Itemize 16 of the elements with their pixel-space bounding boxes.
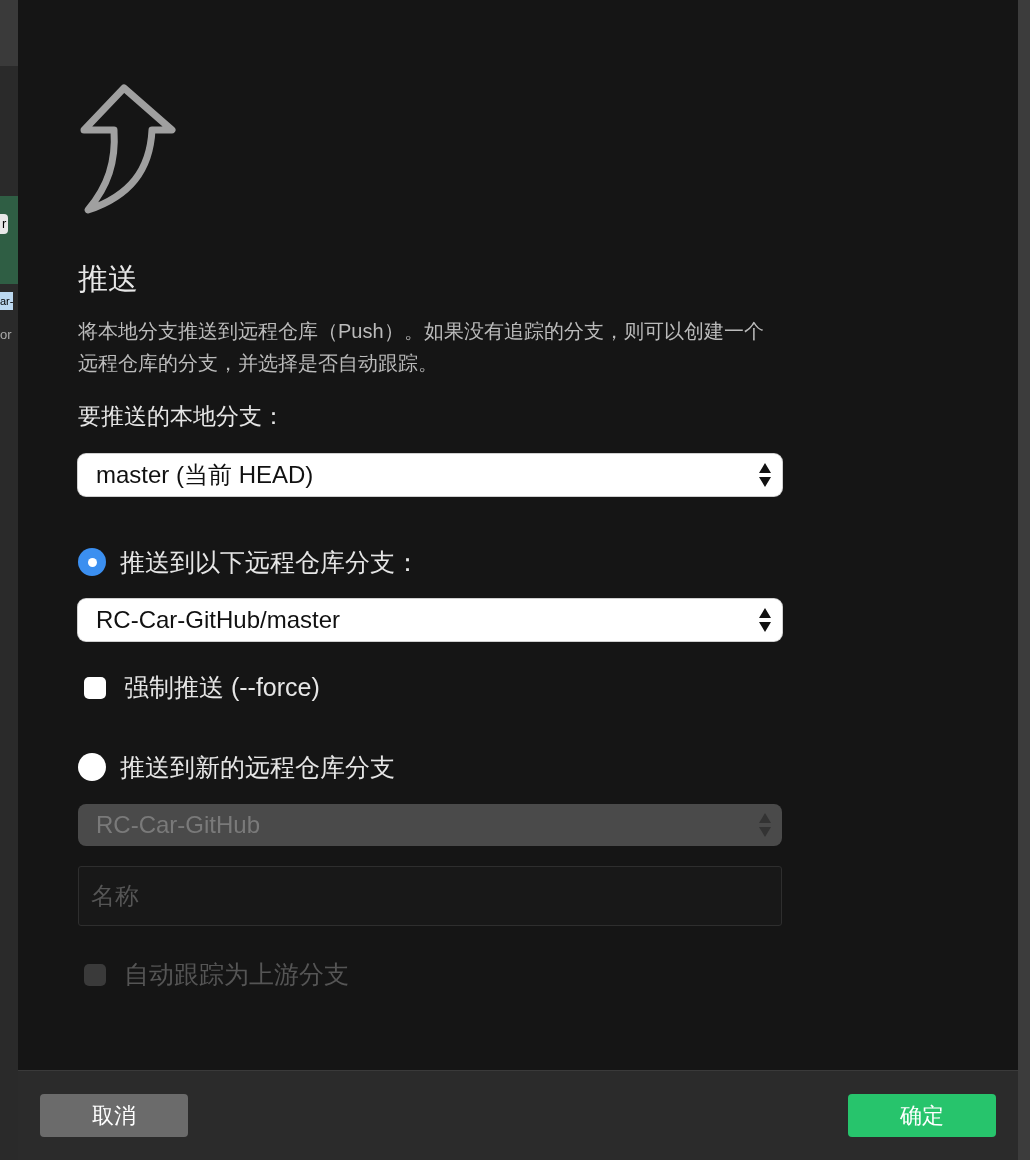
stepper-arrows-icon	[758, 461, 772, 488]
checkbox-option: 自动跟踪为上游分支	[78, 956, 349, 994]
branch-badge: r	[0, 214, 9, 234]
sidebar-text: or	[0, 326, 12, 345]
description: 将本地分支推送到远程仓库（Push）。如果没有追踪的分支，则可以创建一个远程仓库的分支，并选择是否自动跟踪。	[78, 319, 765, 376]
radio-option[interactable]: 推送到新的远程仓库分支	[78, 748, 395, 786]
curved-arrow-icon	[78, 82, 178, 217]
dropdown[interactable]: master (当前 HEAD)	[78, 453, 782, 496]
cancel-button[interactable]: 取消	[40, 1094, 188, 1137]
radio-option[interactable]: 推送到以下远程仓库分支：	[78, 543, 420, 581]
dropdown[interactable]: RC-Car-GitHub/master	[78, 599, 782, 641]
checkbox-option[interactable]: 强制推送 (--force)	[78, 669, 320, 707]
sidebar-text: ar-	[0, 292, 14, 310]
dialog-title: 推送	[78, 261, 139, 297]
field-label: 要推送的本地分支：	[78, 402, 286, 431]
stepper-arrows-icon	[758, 607, 772, 633]
